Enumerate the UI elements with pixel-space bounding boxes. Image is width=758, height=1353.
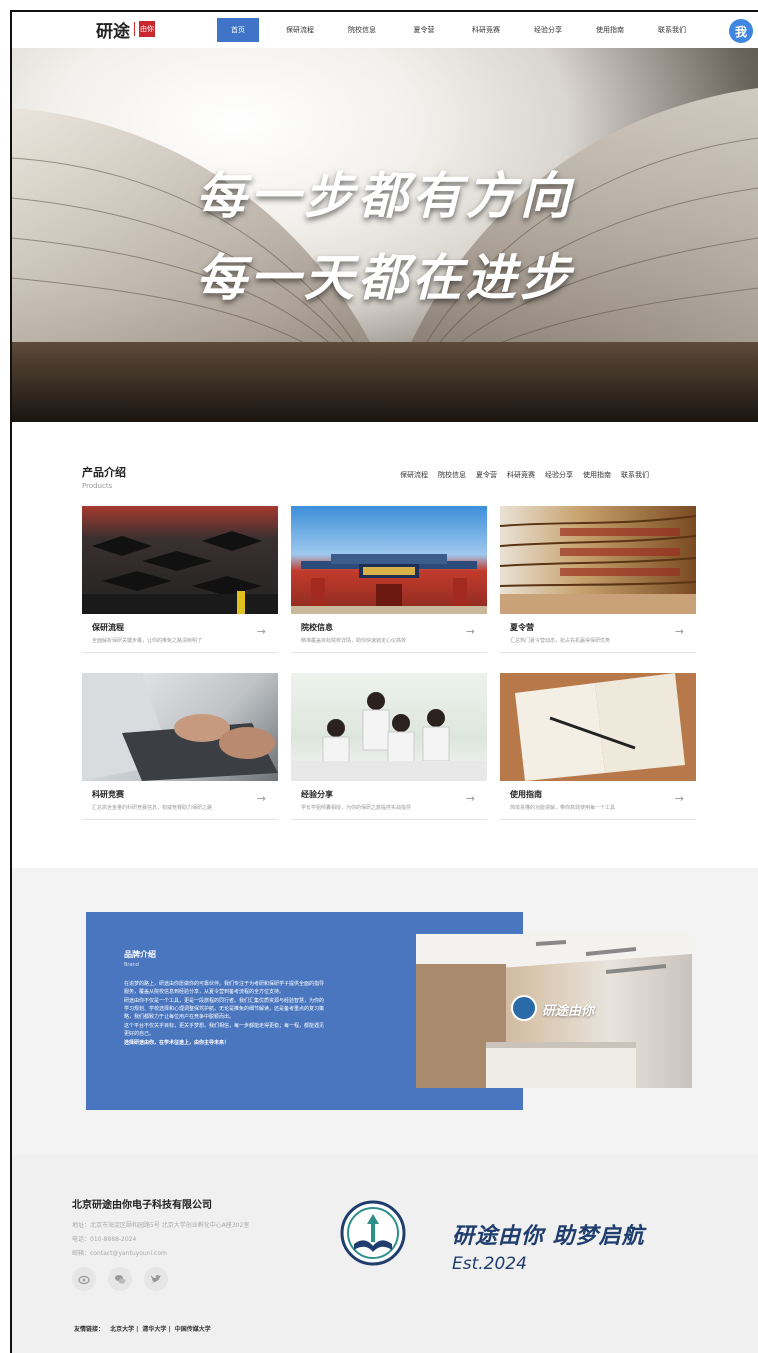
card-description: 简单易懂的功能讲解，带你高效使用每一个工具 bbox=[510, 805, 616, 811]
card-title: 使用指南 bbox=[510, 790, 542, 799]
tab-guide[interactable]: 使用指南 bbox=[583, 470, 611, 480]
nav-menu: 首页 保研流程 院校信息 夏令营 科研竞赛 经验分享 使用指南 联系我们 bbox=[217, 18, 703, 42]
brand-paragraph: 研途由你不仅是一个工具，更是一段旅程的同行者。我们汇集优质资源与经验智慧，为你的… bbox=[124, 998, 325, 1020]
arrow-right-icon[interactable]: → bbox=[466, 792, 475, 805]
link-tsinghua[interactable]: 清华大学 bbox=[142, 1326, 166, 1333]
tab-summer-camp[interactable]: 夏令营 bbox=[476, 470, 497, 480]
brand-emblem-icon bbox=[340, 1200, 406, 1266]
laptop-icon bbox=[82, 673, 278, 781]
company-address: 地址：北京市海淀区颐和园路5号 北京大学创业孵化中心A座302室 bbox=[72, 1222, 250, 1229]
friend-links: 友情链接： 北京大学 | 清华大学 | 中国传媒大学 bbox=[74, 1326, 211, 1333]
hero-table bbox=[12, 342, 758, 422]
top-navbar: 研途 由你 首页 保研流程 院校信息 夏令营 科研竞赛 经验分享 使用指南 联系… bbox=[12, 12, 758, 49]
link-cuc[interactable]: 中国传媒大学 bbox=[175, 1326, 211, 1333]
nav-item-summer-camp[interactable]: 夏令营 bbox=[393, 18, 455, 42]
company-phone: 电话：010-8888-2024 bbox=[72, 1236, 137, 1243]
card-description: 学长学姐倾囊相授，为你的保研之旅提供实战指导 bbox=[301, 805, 412, 811]
site-logo[interactable]: 研途 由你 bbox=[96, 16, 155, 42]
arrow-right-icon[interactable]: → bbox=[257, 792, 266, 805]
card-title: 夏令营 bbox=[510, 623, 534, 632]
arrow-right-icon[interactable]: → bbox=[466, 625, 475, 638]
hero-title-line2: 每一天都在进步 bbox=[196, 249, 574, 307]
nav-item-schools[interactable]: 院校信息 bbox=[331, 18, 393, 42]
page-frame: 研途 由你 首页 保研流程 院校信息 夏令营 科研竞赛 经验分享 使用指南 联系… bbox=[10, 10, 758, 1353]
friend-links-label: 友情链接： bbox=[74, 1326, 105, 1333]
graduation-caps-photo bbox=[82, 506, 278, 614]
card-description: 精准覆盖目标院校详情，助你快速锁定心仪高校 bbox=[301, 638, 407, 644]
logo-text: 研途 bbox=[96, 21, 130, 42]
tab-research[interactable]: 科研竞赛 bbox=[507, 470, 535, 480]
tab-experience[interactable]: 经验分享 bbox=[545, 470, 573, 480]
card-title: 保研流程 bbox=[92, 623, 124, 632]
nav-item-guide[interactable]: 使用指南 bbox=[579, 18, 641, 42]
products-title: 产品介绍 bbox=[82, 466, 126, 479]
notebook-pen-photo bbox=[500, 673, 696, 781]
university-gate-photo bbox=[291, 506, 487, 614]
product-card-experience[interactable]: 经验分享 学长学姐倾囊相授，为你的保研之旅提供实战指导 → bbox=[291, 673, 487, 820]
tab-process[interactable]: 保研流程 bbox=[400, 470, 428, 480]
nav-item-home[interactable]: 首页 bbox=[217, 18, 259, 42]
hero-banner: 每一步都有方向 每一天都在进步 bbox=[12, 48, 758, 422]
logo-seal: 由你 bbox=[139, 21, 155, 37]
product-card-schools[interactable]: 院校信息 精准覆盖目标院校详情，助你快速锁定心仪高校 → bbox=[291, 506, 487, 653]
students-icon bbox=[291, 692, 487, 781]
notebook-icon bbox=[515, 673, 685, 781]
brand-paragraph: 这个平台不仅关乎目标，更关乎梦想。我们相信，每一步都能走得更稳；每一程，都能遇见… bbox=[124, 1023, 325, 1037]
library-bookshelf-photo bbox=[500, 506, 696, 614]
bookshelf-icon bbox=[500, 515, 696, 614]
twitter-icon[interactable] bbox=[144, 1267, 168, 1291]
brand-paragraph: 在追梦的路上，研途由你愿做你的可靠伙伴。我们专注于为考研和保研学子提供全面的指导… bbox=[124, 981, 325, 995]
arrow-right-icon[interactable]: → bbox=[257, 625, 266, 638]
university-gate-icon bbox=[291, 554, 487, 614]
nav-item-experience[interactable]: 经验分享 bbox=[517, 18, 579, 42]
card-title: 经验分享 bbox=[301, 790, 333, 799]
products-tabs: 保研流程 院校信息 夏令营 科研竞赛 经验分享 使用指南 联系我们 bbox=[400, 470, 649, 480]
card-title: 科研竞赛 bbox=[92, 790, 124, 799]
product-card-guide[interactable]: 使用指南 简单易懂的功能讲解，带你高效使用每一个工具 → bbox=[500, 673, 696, 820]
nav-item-process[interactable]: 保研流程 bbox=[269, 18, 331, 42]
brand-title: 品牌介绍 bbox=[124, 950, 156, 959]
products-heading: 产品介绍 Products bbox=[82, 464, 126, 490]
nav-item-contact[interactable]: 联系我们 bbox=[641, 18, 703, 42]
wechat-icon[interactable] bbox=[108, 1267, 132, 1291]
brand-subtitle: Brand bbox=[124, 962, 139, 968]
card-description: 汇总高含金量的科研竞赛信息，权威竞赛助力保研之路 bbox=[92, 805, 213, 811]
arrow-right-icon[interactable]: → bbox=[675, 792, 684, 805]
footer-slogan: 研途由你 助梦启航 bbox=[452, 1224, 645, 1249]
footer-est: Est.2024 bbox=[452, 1254, 527, 1274]
product-card-process[interactable]: 保研流程 全面解析保研关键步骤，让你的推免之路清晰明了 → bbox=[82, 506, 278, 653]
brand-description: 在追梦的路上，研途由你愿做你的可靠伙伴。我们专注于为考研和保研学子提供全面的指导… bbox=[124, 980, 324, 1048]
company-email[interactable]: 邮箱：contact@yantuyouni.com bbox=[72, 1248, 167, 1257]
brand-paragraph: 选择研途由你，在学术征途上，由你主导未来！ bbox=[124, 1040, 230, 1046]
hero-title-line1: 每一步都有方向 bbox=[196, 167, 574, 225]
graduation-caps-icon bbox=[82, 531, 278, 614]
card-description: 全面解析保研关键步骤，让你的推免之路清晰明了 bbox=[92, 638, 203, 644]
card-title: 院校信息 bbox=[301, 623, 333, 632]
nav-item-research[interactable]: 科研竞赛 bbox=[455, 18, 517, 42]
products-subtitle: Products bbox=[82, 482, 113, 490]
card-description: 汇总热门夏令营动态，抢占先机赢得保研优势 bbox=[510, 638, 611, 644]
tab-contact[interactable]: 联系我们 bbox=[621, 470, 649, 480]
students-studying-photo bbox=[291, 673, 487, 781]
company-name: 北京研途由你电子科技有限公司 bbox=[72, 1200, 212, 1211]
weibo-icon[interactable] bbox=[72, 1267, 96, 1291]
arrow-right-icon[interactable]: → bbox=[675, 625, 684, 638]
office-reception-photo: 研途由你 bbox=[416, 934, 692, 1088]
laptop-typing-photo bbox=[82, 673, 278, 781]
product-card-summer-camp[interactable]: 夏令营 汇总热门夏令营动态，抢占先机赢得保研优势 → bbox=[500, 506, 696, 653]
product-card-research[interactable]: 科研竞赛 汇总高含金量的科研竞赛信息，权威竞赛助力保研之路 → bbox=[82, 673, 278, 820]
office-sign-text: 研途由你 bbox=[542, 1004, 595, 1019]
link-pku[interactable]: 北京大学 bbox=[110, 1326, 134, 1333]
tab-schools[interactable]: 院校信息 bbox=[438, 470, 466, 480]
logo-divider bbox=[134, 22, 135, 36]
user-avatar[interactable]: 我 bbox=[729, 19, 753, 43]
